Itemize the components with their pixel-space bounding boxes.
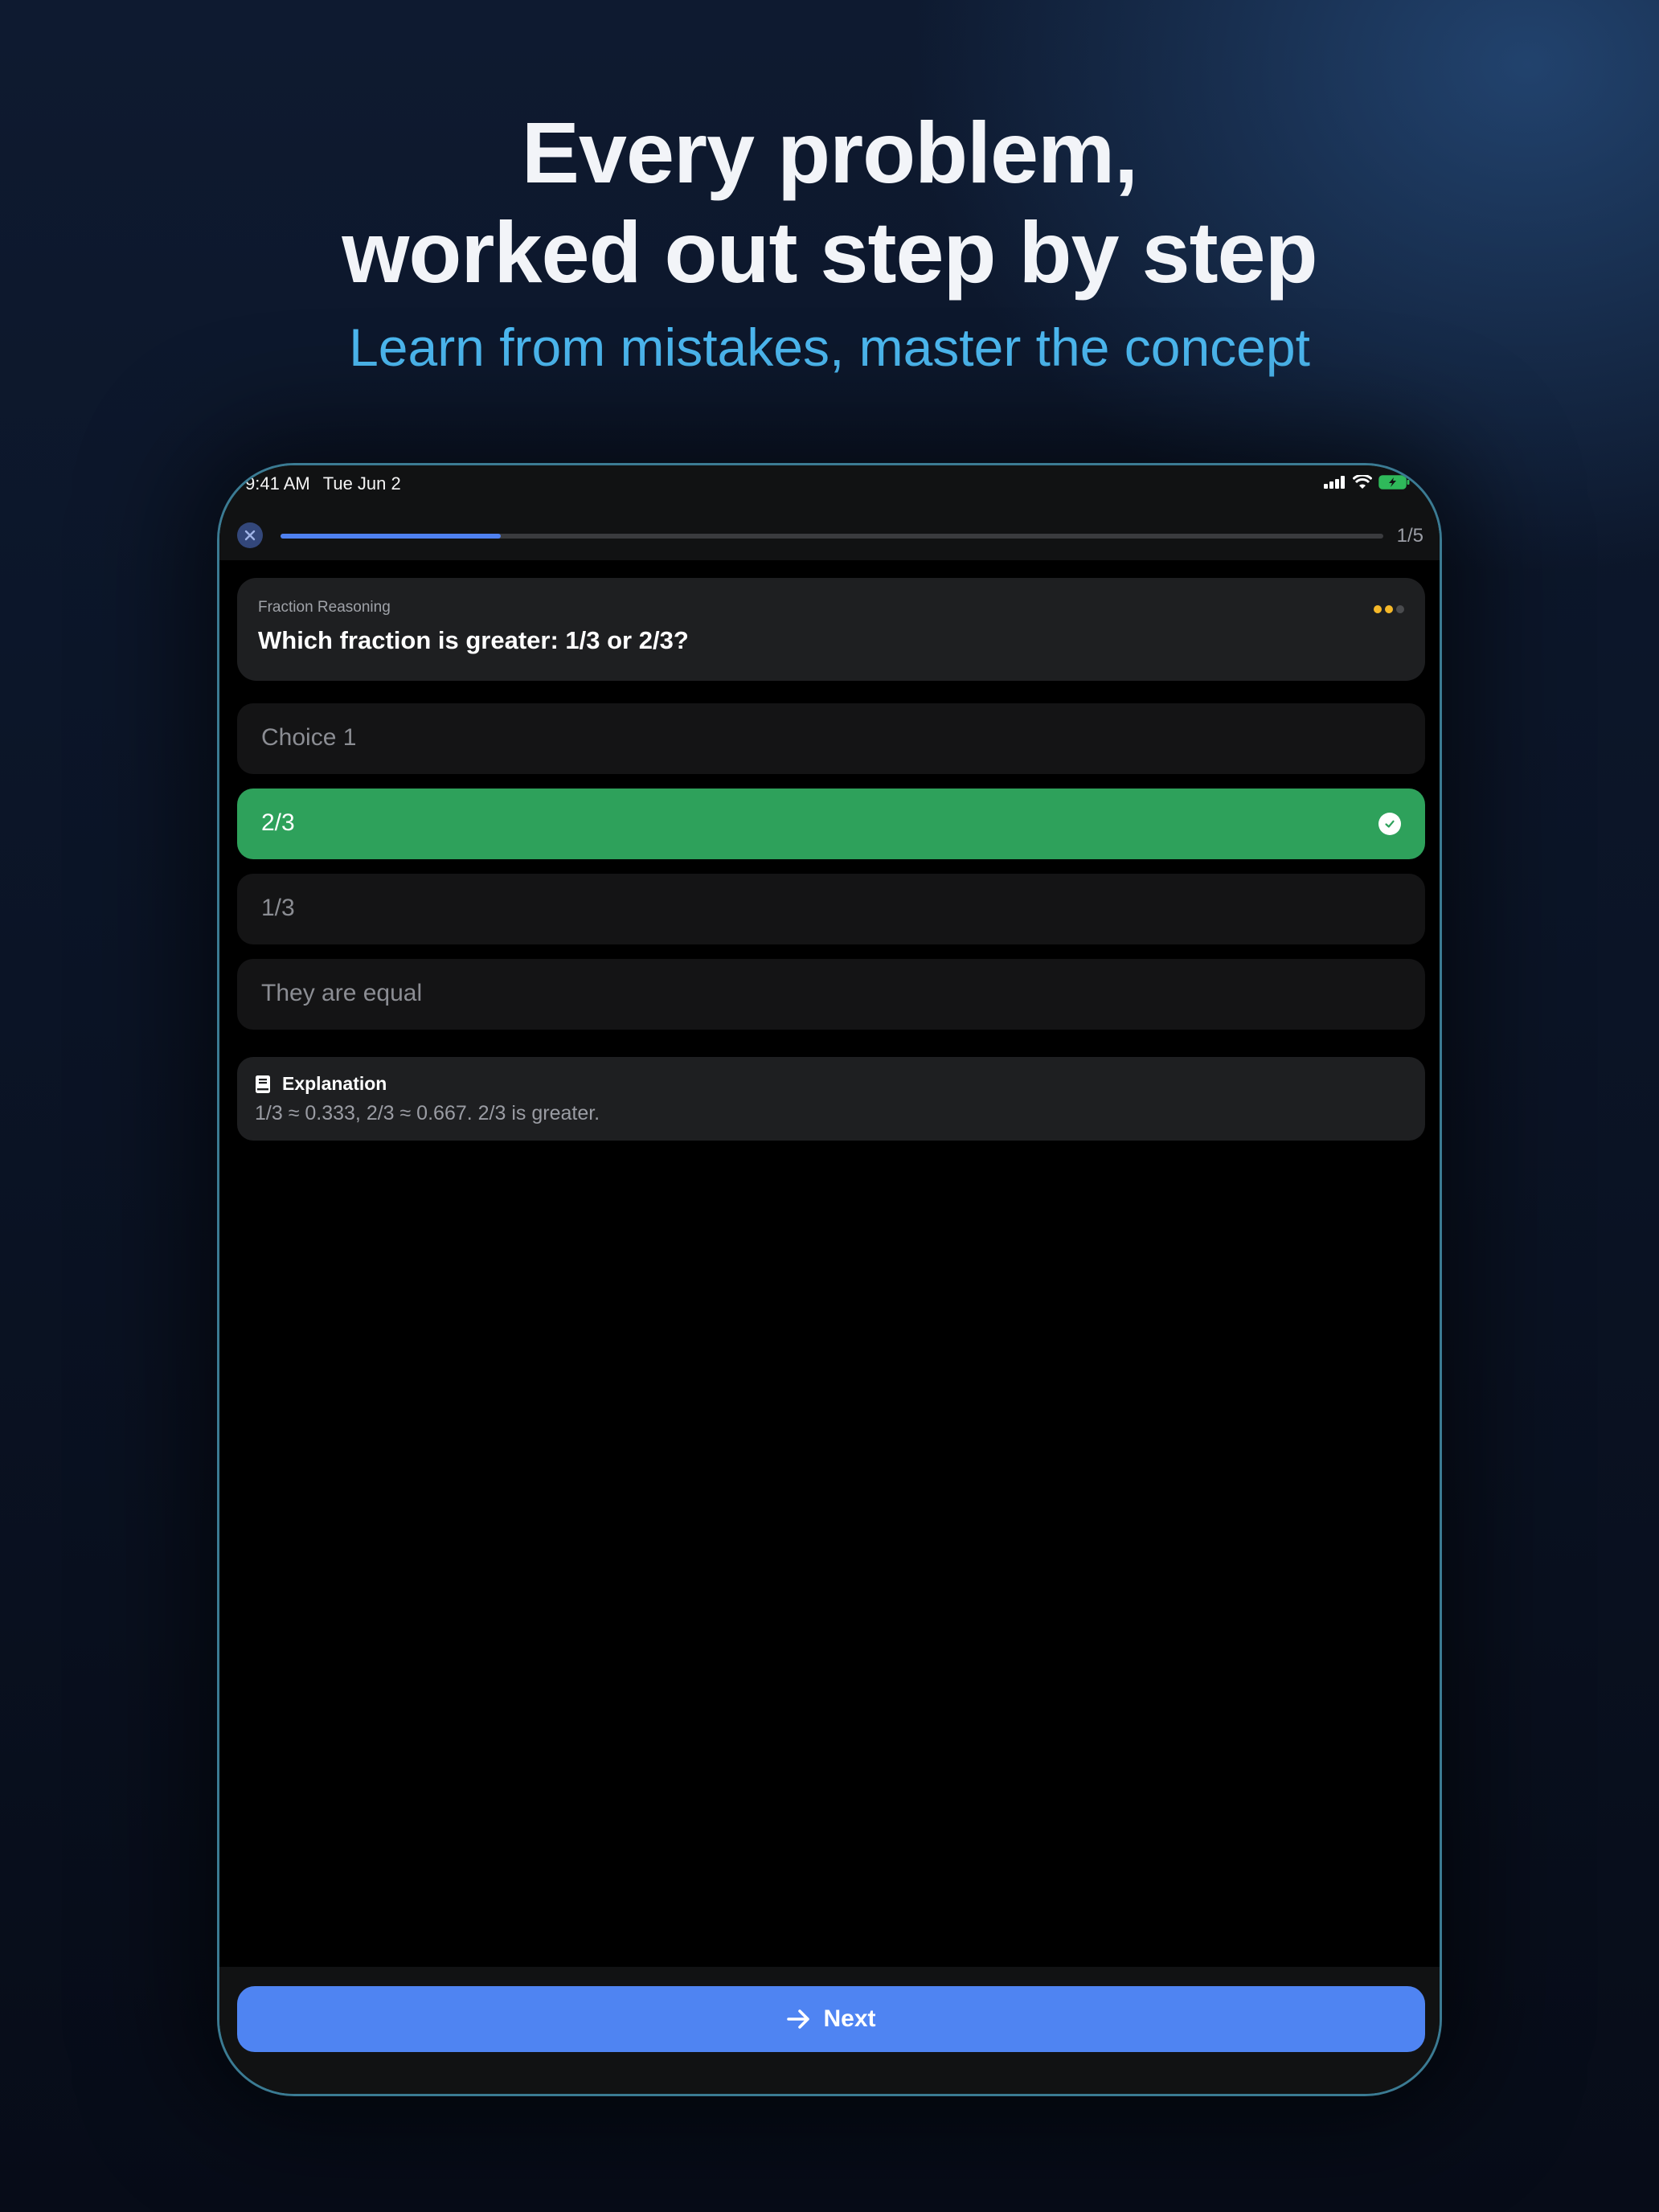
choice-label: Choice 1 — [261, 724, 357, 751]
question-category: Fraction Reasoning — [258, 599, 391, 616]
hero-title: Every problem, worked out step by step — [0, 103, 1659, 302]
progress-fill — [281, 534, 502, 539]
cellular-signal-icon — [1324, 476, 1345, 489]
progress-count: 1/5 — [1396, 525, 1423, 547]
status-right — [1324, 475, 1411, 490]
question-card: Fraction Reasoning Which fraction is gre… — [237, 578, 1425, 681]
choice-label: 1/3 — [261, 895, 295, 921]
quiz-topbar: 1/5 — [219, 510, 1440, 560]
battery-charging-icon — [1378, 475, 1410, 490]
status-left: 9:41 AM Tue Jun 2 — [245, 473, 414, 494]
explanation-card: Explanation 1/3 ≈ 0.333, 2/3 ≈ 0.667. 2/… — [237, 1057, 1425, 1141]
explanation-title: Explanation — [282, 1073, 387, 1094]
close-button[interactable] — [237, 522, 263, 548]
choice-option-2[interactable]: 2/3 — [237, 789, 1425, 859]
hero-title-line-2: worked out step by step — [342, 203, 1317, 301]
choice-option-4[interactable]: They are equal — [237, 959, 1425, 1030]
next-button-label: Next — [823, 2005, 876, 2032]
choice-label: They are equal — [261, 980, 423, 1006]
choice-option-3[interactable]: 1/3 — [237, 874, 1425, 944]
next-button[interactable]: Next — [237, 1986, 1425, 2052]
difficulty-dot — [1396, 605, 1404, 613]
choice-label: 2/3 — [261, 809, 295, 836]
wifi-icon — [1353, 475, 1372, 489]
book-icon — [256, 1075, 270, 1093]
close-icon — [244, 530, 256, 541]
explanation-header: Explanation — [255, 1073, 387, 1095]
hero-title-line-1: Every problem, — [521, 104, 1138, 201]
difficulty-dot — [1374, 605, 1382, 613]
arrow-right-icon — [787, 2009, 810, 2029]
status-time: 9:41 AM — [245, 473, 310, 494]
difficulty-dot — [1385, 605, 1393, 613]
checkmark-circle-icon — [1378, 813, 1401, 835]
tablet-frame: 9:41 AM Tue Jun 2 1/5 Fraction Reasoning… — [217, 463, 1442, 2096]
explanation-text: 1/3 ≈ 0.333, 2/3 ≈ 0.667. 2/3 is greater… — [255, 1102, 600, 1124]
question-text: Which fraction is greater: 1/3 or 2/3? — [258, 626, 689, 654]
difficulty-indicator — [1374, 605, 1404, 613]
choice-option-1[interactable]: Choice 1 — [237, 703, 1425, 774]
hero-subtitle: Learn from mistakes, master the concept — [349, 317, 1310, 377]
bottom-bar: Next — [219, 1967, 1440, 2094]
progress-bar — [281, 534, 1383, 539]
status-date: Tue Jun 2 — [322, 473, 401, 494]
